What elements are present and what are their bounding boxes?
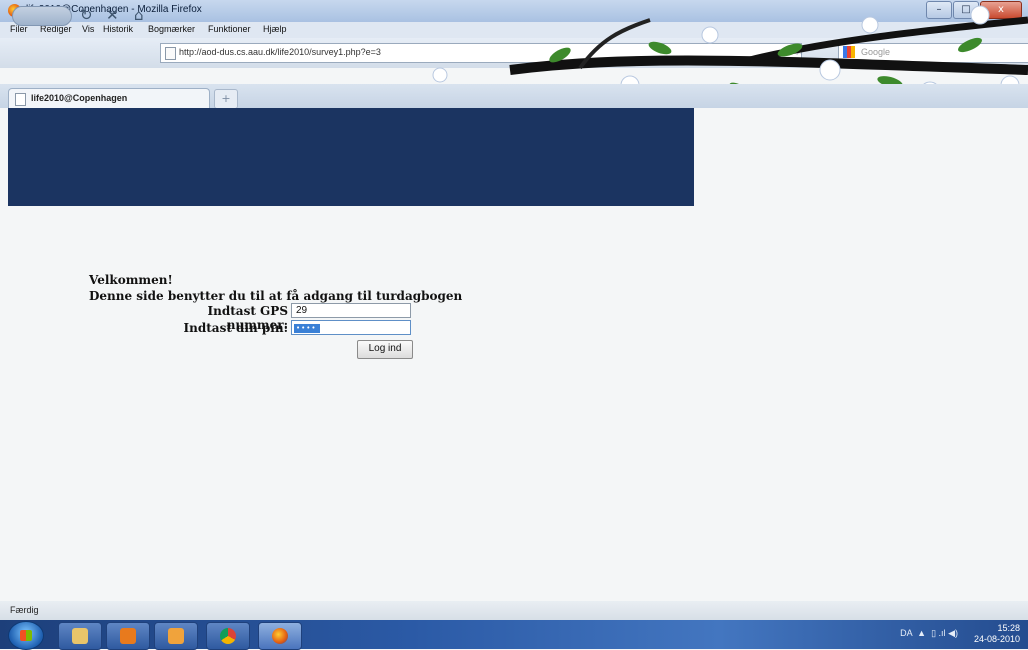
back-forward-buttons[interactable]	[12, 6, 72, 26]
header-banner	[8, 108, 694, 206]
tab-label: life2010@Copenhagen	[31, 93, 128, 103]
page-icon	[165, 47, 176, 60]
pin-masked-value: ••••	[294, 324, 320, 333]
windows-logo-icon	[20, 630, 32, 641]
taskbar-clock[interactable]: 15:28 24-08-2010	[964, 623, 1020, 645]
home-icon[interactable]: ⌂	[134, 6, 144, 24]
search-input[interactable]: Google	[838, 43, 1028, 63]
tab-life2010[interactable]: life2010@Copenhagen	[8, 88, 210, 109]
window-titlebar: life2010@Copenhagen - Mozilla Firefox – …	[0, 0, 1028, 23]
pin-label: Indtast din pin:	[183, 321, 288, 335]
media-player-taskbar-button[interactable]	[106, 622, 150, 650]
bookmark-star-icon[interactable]: ☆	[794, 44, 805, 58]
explorer-taskbar-button[interactable]	[58, 622, 102, 650]
url-text: http://aod-dus.cs.aau.dk/life2010/survey…	[179, 47, 381, 57]
menu-bogmaerker[interactable]: Bogmærker	[148, 24, 195, 34]
chrome-taskbar-button[interactable]	[206, 622, 250, 650]
maximize-button[interactable]: □	[953, 1, 979, 19]
stop-icon[interactable]: ✕	[106, 6, 119, 24]
network-icon[interactable]: ▯ .ıl	[931, 628, 945, 638]
clock-date: 24-08-2010	[973, 634, 1020, 644]
clock-time: 15:28	[997, 623, 1020, 633]
chrome-icon	[220, 628, 236, 644]
status-text: Færdig	[10, 605, 39, 615]
page-icon	[15, 93, 26, 106]
minimize-button[interactable]: –	[926, 1, 952, 19]
language-indicator[interactable]: DA	[900, 628, 912, 638]
volume-icon[interactable]: ◀)	[948, 628, 958, 638]
menu-funktioner[interactable]: Funktioner	[208, 24, 251, 34]
firefox-icon	[272, 628, 288, 644]
firefox-taskbar-button[interactable]	[258, 622, 302, 650]
tray-arrow-icon[interactable]: ▲	[915, 628, 929, 638]
media-player-icon	[120, 628, 136, 644]
app-taskbar-button[interactable]	[154, 622, 198, 650]
status-bar: Færdig	[0, 601, 1028, 620]
welcome-heading: Velkommen!	[89, 273, 173, 287]
app-icon	[168, 628, 184, 644]
system-tray[interactable]: DA ▲ ▯ .ıl ◀)	[900, 628, 958, 639]
menu-hjaelp[interactable]: Hjælp	[263, 24, 287, 34]
reload-icon[interactable]: ↻	[80, 6, 93, 24]
gps-number-input[interactable]: 29	[291, 303, 411, 318]
close-button[interactable]: x	[980, 1, 1022, 19]
menu-historik[interactable]: Historik	[103, 24, 133, 34]
menu-bar: Filer Rediger Vis Historik Bogmærker Fun…	[0, 22, 1028, 38]
menu-vis[interactable]: Vis	[82, 24, 94, 34]
login-button[interactable]: Log ind	[357, 340, 413, 359]
url-bar[interactable]: http://aod-dus.cs.aau.dk/life2010/survey…	[160, 43, 802, 63]
folder-icon	[72, 628, 88, 644]
new-tab-button[interactable]: +	[214, 89, 238, 109]
intro-text: Denne side benytter du til at få adgang …	[89, 289, 463, 303]
search-placeholder: Google	[861, 47, 891, 57]
google-icon	[843, 46, 855, 58]
start-button[interactable]	[8, 621, 44, 650]
